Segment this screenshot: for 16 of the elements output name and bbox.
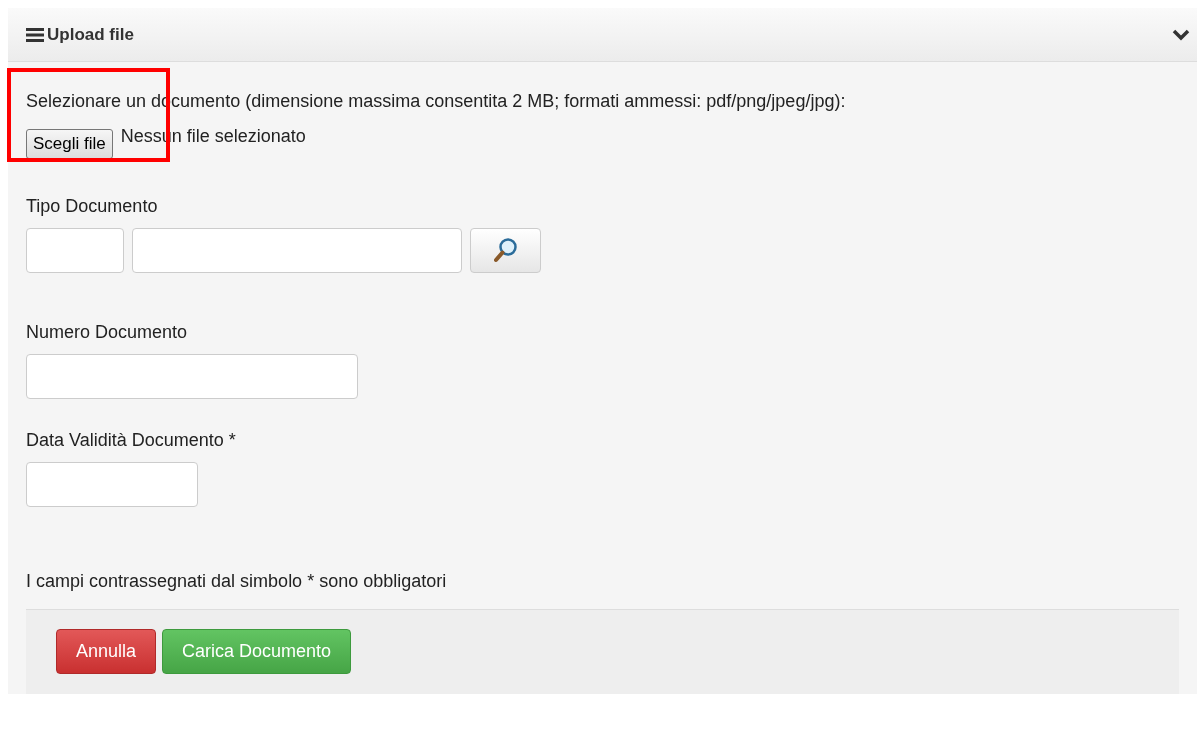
field-label: Tipo Documento bbox=[26, 194, 159, 218]
upload-button[interactable]: Carica Documento bbox=[162, 628, 352, 674]
description-field[interactable] bbox=[132, 227, 462, 273]
date-field[interactable] bbox=[26, 461, 198, 507]
chevron-icon[interactable] bbox=[1171, 27, 1191, 42]
code-field[interactable] bbox=[26, 227, 124, 273]
panel-title: Upload file bbox=[47, 23, 134, 46]
search-icon bbox=[493, 237, 518, 263]
field-label: Data Validità Documento * bbox=[26, 428, 237, 452]
field-label: Numero Documento bbox=[26, 320, 189, 344]
menu-icon bbox=[26, 27, 44, 42]
required-note: I campi contrassegnati dal simbolo * sono obbligatori bbox=[26, 569, 448, 593]
number-field[interactable] bbox=[26, 353, 358, 399]
search-button[interactable] bbox=[470, 227, 541, 273]
choose-file-button[interactable]: Scegli file bbox=[26, 129, 113, 159]
cancel-button[interactable]: Annulla bbox=[56, 628, 157, 674]
